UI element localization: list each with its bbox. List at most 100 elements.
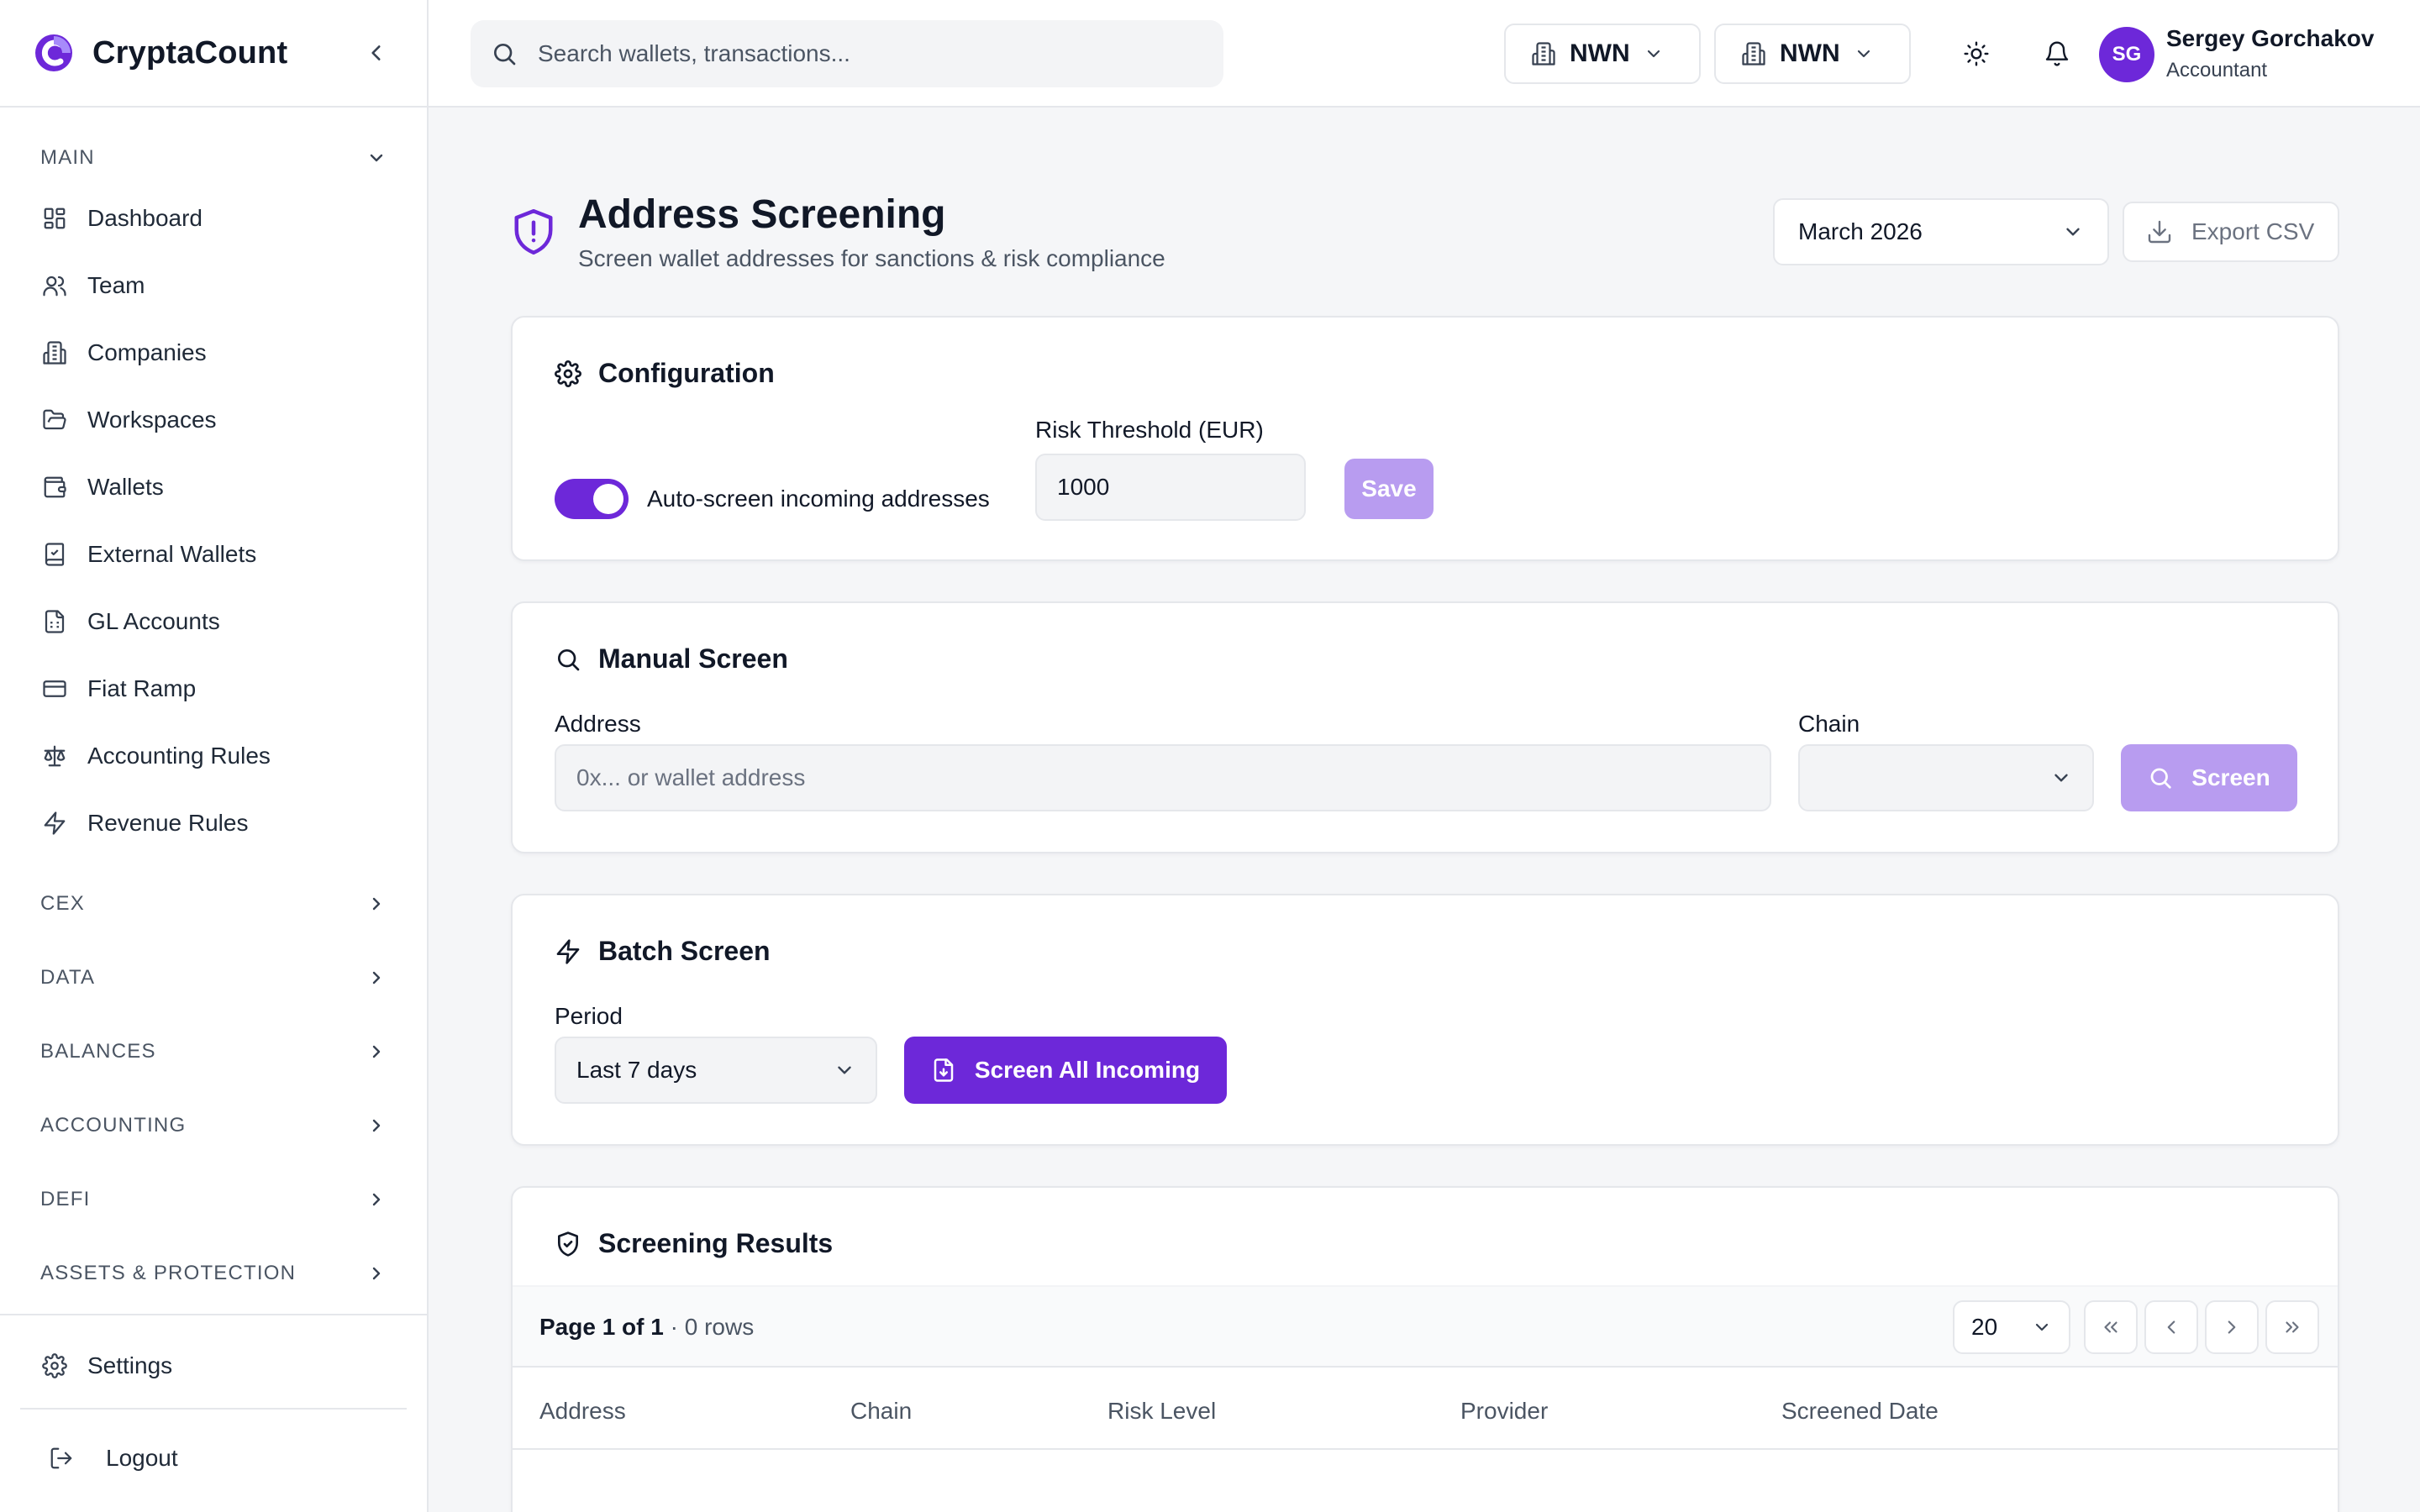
company-select[interactable]: NWN xyxy=(1504,24,1701,84)
download-icon xyxy=(2148,220,2171,244)
search-icon xyxy=(494,44,516,66)
page-size-value: 20 xyxy=(1971,1314,1998,1340)
sidebar-item-dashboard[interactable]: Dashboard xyxy=(40,198,203,239)
user-name[interactable]: Sergey Gorchakov xyxy=(2166,25,2374,52)
sidebar-item-team[interactable]: Team xyxy=(40,265,145,306)
building-icon xyxy=(1742,42,1765,66)
sidebar-item-companies[interactable]: Companies xyxy=(40,333,207,373)
bell-icon xyxy=(2045,41,2069,66)
section-data[interactable]: DATA xyxy=(40,961,387,995)
theme-toggle-button[interactable] xyxy=(1956,34,1996,74)
table-header-divider xyxy=(513,1448,2338,1450)
chain-select[interactable] xyxy=(1798,744,2094,811)
configuration-card: Configuration Auto-screen incoming addre… xyxy=(511,316,2339,561)
next-page-button[interactable] xyxy=(2205,1300,2259,1354)
save-button[interactable]: Save xyxy=(1344,459,1434,519)
collapse-sidebar-button[interactable] xyxy=(360,36,393,70)
sidebar-item-label: GL Accounts xyxy=(87,608,220,634)
section-assets-protection[interactable]: ASSETS & PROTECTION xyxy=(40,1257,387,1290)
scale-icon xyxy=(40,742,69,770)
page-indicator: Page 1 of 1 xyxy=(539,1314,664,1340)
risk-threshold-label: Risk Threshold (EUR) xyxy=(1035,417,1264,443)
auto-screen-toggle[interactable] xyxy=(555,479,629,519)
workspace-select-value: NWN xyxy=(1780,39,1840,67)
month-select[interactable]: March 2026 xyxy=(1773,198,2109,265)
chevron-right-icon xyxy=(372,971,381,984)
column-header-address[interactable]: Address xyxy=(539,1398,626,1425)
first-page-button[interactable] xyxy=(2084,1300,2138,1354)
screen-all-incoming-button[interactable]: Screen All Incoming xyxy=(904,1037,1227,1104)
search-icon xyxy=(2150,768,2171,789)
page-subtitle: Screen wallet addresses for sanctions & … xyxy=(578,245,1165,271)
address-field[interactable] xyxy=(555,744,1771,811)
section-accounting-label: ACCOUNTING xyxy=(40,1114,187,1137)
file-download-icon xyxy=(934,1058,954,1082)
column-header-provider[interactable]: Provider xyxy=(1460,1398,1548,1425)
credit-card-icon xyxy=(40,675,69,703)
section-cex-label: CEX xyxy=(40,892,85,915)
period-select[interactable]: Last 7 days xyxy=(555,1037,877,1104)
sidebar-item-label: Team xyxy=(87,272,145,298)
section-main[interactable]: MAIN xyxy=(40,141,387,175)
screen-button[interactable]: Screen xyxy=(2121,744,2297,811)
section-defi[interactable]: DEFI xyxy=(40,1183,387,1216)
section-balances-label: BALANCES xyxy=(40,1040,156,1063)
file-spreadsheet-icon xyxy=(40,607,69,636)
gear-icon xyxy=(40,1352,69,1380)
section-balances[interactable]: BALANCES xyxy=(40,1035,387,1068)
pagination-info: Page 1 of 1 · 0 rows xyxy=(539,1314,754,1341)
chevrons-right-icon xyxy=(2286,1321,2299,1333)
column-header-chain[interactable]: Chain xyxy=(850,1398,912,1425)
month-select-value: March 2026 xyxy=(1798,218,1923,244)
card-title-label: Configuration xyxy=(598,358,775,388)
risk-threshold-input[interactable] xyxy=(1057,474,1284,501)
chevron-right-icon xyxy=(2228,1320,2236,1334)
sidebar-item-external-wallets[interactable]: External Wallets xyxy=(40,534,256,575)
search-box[interactable] xyxy=(471,20,1223,87)
chevron-right-icon xyxy=(372,897,381,911)
sidebar-item-label: External Wallets xyxy=(87,541,257,567)
column-header-screened-date[interactable]: Screened Date xyxy=(1781,1398,1939,1425)
users-icon xyxy=(40,271,69,300)
sidebar-item-label: Revenue Rules xyxy=(87,810,249,836)
sidebar-item-settings[interactable]: Settings xyxy=(40,1346,172,1386)
search-input[interactable] xyxy=(538,40,1193,67)
address-input[interactable] xyxy=(576,764,1749,791)
export-csv-button[interactable]: Export CSV xyxy=(2123,202,2339,262)
address-label: Address xyxy=(555,711,641,737)
card-title-label: Screening Results xyxy=(598,1228,834,1258)
grid-icon xyxy=(40,204,69,233)
sidebar: CryptaCount MAIN Dashboard Team Companie… xyxy=(0,0,429,1512)
avatar[interactable]: SG xyxy=(2099,27,2154,82)
sidebar-item-fiat-ramp[interactable]: Fiat Ramp xyxy=(40,669,196,709)
page-size-select[interactable]: 20 xyxy=(1953,1300,2070,1354)
chain-label: Chain xyxy=(1798,711,1860,737)
sidebar-item-workspaces[interactable]: Workspaces xyxy=(40,400,217,440)
notifications-button[interactable] xyxy=(2037,34,2077,74)
sidebar-item-accounting-rules[interactable]: Accounting Rules xyxy=(40,736,271,776)
section-cex[interactable]: CEX xyxy=(40,887,387,921)
chevron-right-icon xyxy=(372,1119,381,1132)
sun-icon xyxy=(1964,41,1989,66)
shield-alert-icon xyxy=(514,209,553,255)
previous-page-button[interactable] xyxy=(2144,1300,2198,1354)
chevron-down-icon xyxy=(2035,1323,2049,1331)
card-title-label: Manual Screen xyxy=(598,643,788,674)
sidebar-item-label: Accounting Rules xyxy=(87,743,271,769)
workspace-select[interactable]: NWN xyxy=(1714,24,1911,84)
section-accounting[interactable]: ACCOUNTING xyxy=(40,1109,387,1142)
sidebar-item-wallets[interactable]: Wallets xyxy=(40,467,164,507)
sidebar-item-label: Dashboard xyxy=(87,205,203,231)
section-main-label: MAIN xyxy=(40,146,95,169)
sidebar-item-gl-accounts[interactable]: GL Accounts xyxy=(40,601,220,642)
sidebar-item-revenue-rules[interactable]: Revenue Rules xyxy=(40,803,248,843)
zap-icon xyxy=(40,809,69,837)
book-icon xyxy=(40,540,69,569)
column-header-risk-level[interactable]: Risk Level xyxy=(1107,1398,1216,1425)
logout-button[interactable]: Logout xyxy=(47,1438,178,1478)
last-page-button[interactable] xyxy=(2265,1300,2319,1354)
sidebar-item-label: Workspaces xyxy=(87,407,217,433)
risk-threshold-field[interactable] xyxy=(1035,454,1306,521)
company-select-value: NWN xyxy=(1570,39,1630,67)
configuration-title: Configuration xyxy=(555,358,775,389)
